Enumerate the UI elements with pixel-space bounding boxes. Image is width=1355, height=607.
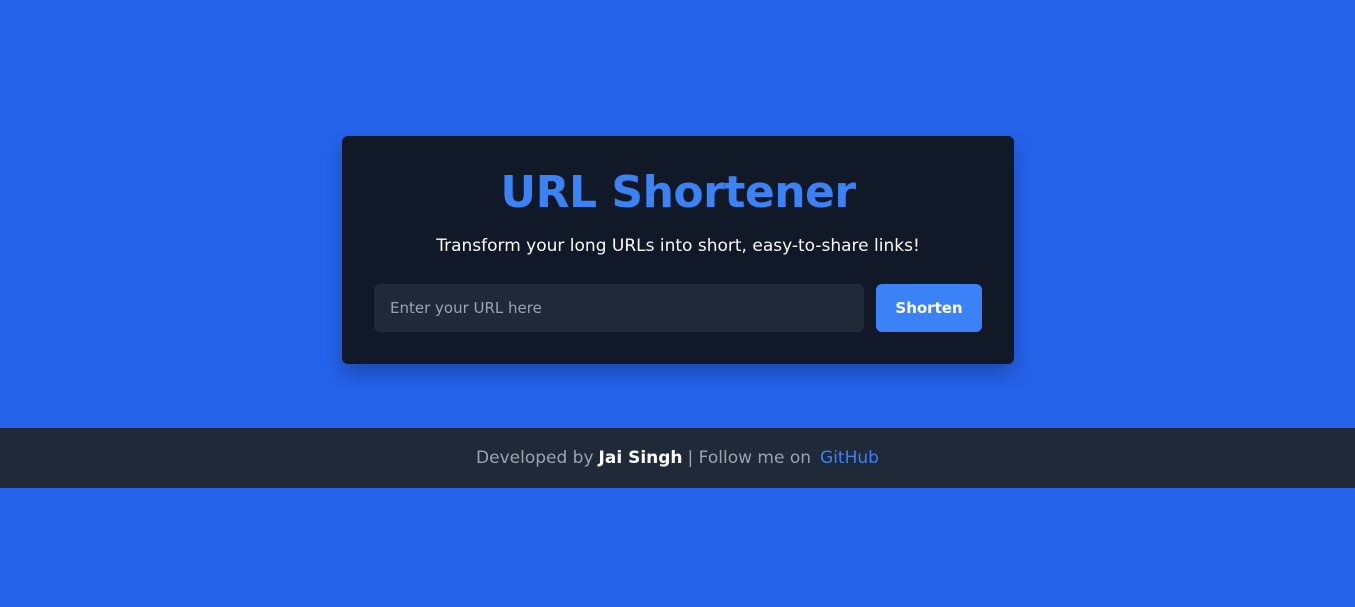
page-subtitle: Transform your long URLs into short, eas… — [436, 236, 920, 256]
developed-by-text: Developed by — [476, 448, 594, 468]
author-name: Jai Singh — [598, 448, 683, 468]
url-input[interactable] — [374, 284, 864, 332]
github-link[interactable]: GitHub — [820, 448, 879, 468]
shortener-card: URL Shortener Transform your long URLs i… — [342, 136, 1014, 364]
follow-text: | Follow me on — [687, 448, 812, 468]
shorten-button[interactable]: Shorten — [876, 284, 982, 332]
page-title: URL Shortener — [500, 167, 856, 218]
footer: Developed by Jai Singh | Follow me on Gi… — [0, 428, 1355, 488]
